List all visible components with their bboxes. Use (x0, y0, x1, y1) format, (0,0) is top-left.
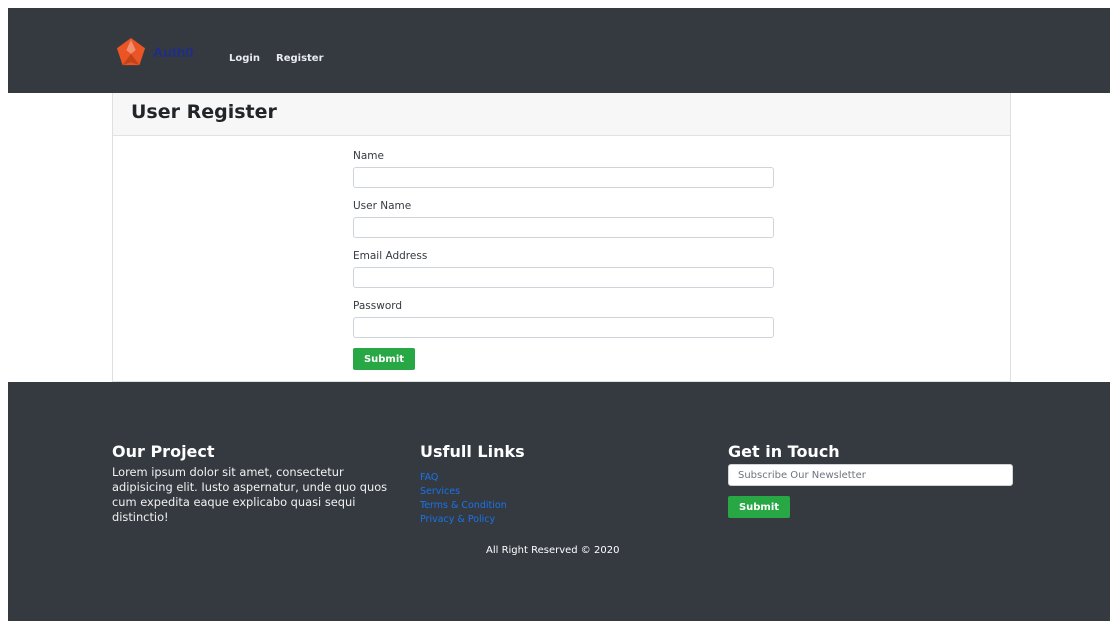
submit-button[interactable]: Submit (353, 348, 415, 370)
name-label: Name (353, 150, 384, 162)
footer: Our Project Lorem ipsum dolor sit amet, … (8, 382, 1110, 621)
newsletter-submit-button[interactable]: Submit (728, 496, 790, 518)
nav-register-link[interactable]: Register (276, 53, 324, 64)
username-input[interactable] (353, 217, 774, 238)
brand-name: Auth0 (153, 44, 194, 60)
brand-link[interactable]: Auth0 (116, 37, 194, 67)
newsletter-input[interactable] (728, 464, 1013, 486)
auth0-logo-icon (116, 37, 146, 67)
about-text: Lorem ipsum dolor sit amet, consectetur … (112, 465, 388, 524)
about-title: Our Project (112, 442, 215, 461)
list-item: Services (420, 479, 507, 497)
links-title: Usfull Links (420, 442, 525, 461)
email-input[interactable] (353, 267, 774, 288)
list-item: Privacy & Policy (420, 507, 507, 525)
name-input[interactable] (353, 167, 774, 188)
username-label: User Name (353, 200, 412, 212)
password-label: Password (353, 300, 403, 312)
password-input[interactable] (353, 317, 774, 338)
list-item: Terms & Condition (420, 493, 507, 511)
copyright-text: All Right Reserved © 2020 (486, 545, 620, 556)
navbar: Auth0 Login Register (8, 8, 1110, 93)
list-item: FAQ (420, 465, 507, 483)
useful-links-list: FAQ Services Terms & Condition Privacy &… (420, 465, 507, 525)
nav-login-link[interactable]: Login (229, 53, 260, 64)
card-header: User Register (113, 93, 1010, 136)
register-card: User Register Name User Name Email Addre… (112, 93, 1011, 382)
page-title: User Register (131, 101, 277, 123)
link-privacy[interactable]: Privacy & Policy (420, 514, 495, 525)
email-label: Email Address (353, 250, 428, 262)
contact-title: Get in Touch (728, 442, 840, 461)
